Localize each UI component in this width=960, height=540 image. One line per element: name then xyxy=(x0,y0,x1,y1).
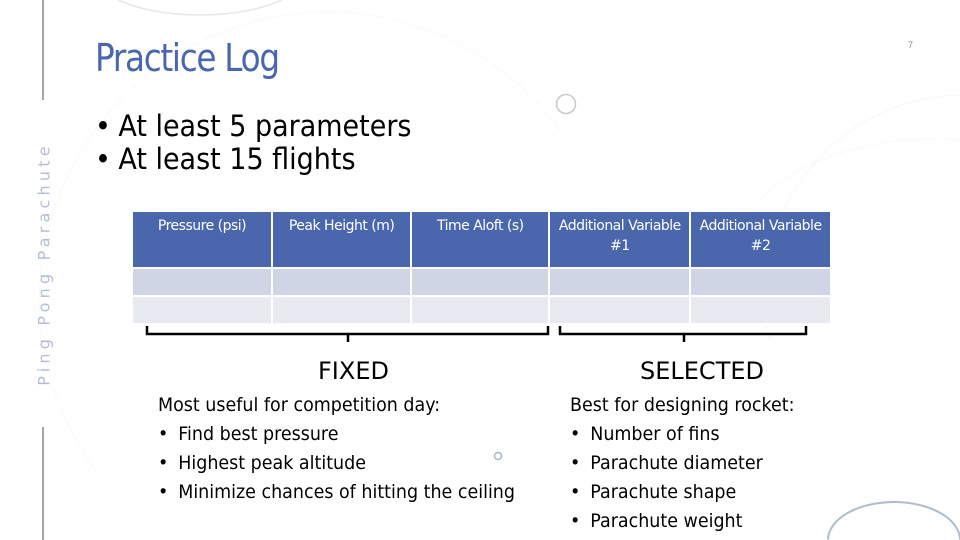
list-item: • Find best pressure xyxy=(158,420,515,449)
list-item-text: Minimize chances of hitting the ceiling xyxy=(178,481,515,503)
bullet-icon: • xyxy=(158,481,169,503)
selected-heading: Best for designing rocket: xyxy=(570,394,795,416)
selected-label: SELECTED xyxy=(640,357,764,385)
list-item-text: Find best pressure xyxy=(178,423,339,445)
brace-selected xyxy=(558,326,808,342)
list-item: • Minimize chances of hitting the ceiling xyxy=(158,478,515,507)
bullet-icon: • xyxy=(570,481,581,503)
fixed-description: Most useful for competition day: • Find b… xyxy=(158,391,515,507)
list-item-text: Highest peak altitude xyxy=(178,452,366,474)
list-item: • Parachute shape xyxy=(570,478,795,507)
fixed-heading: Most useful for competition day: xyxy=(158,394,441,416)
bullet-icon: • xyxy=(158,423,169,445)
list-item: • Number of fins xyxy=(570,420,795,449)
bullet-icon: • xyxy=(570,510,581,532)
bullet-icon: • xyxy=(570,423,581,445)
list-item-text: Parachute weight xyxy=(590,510,743,532)
fixed-label: FIXED xyxy=(318,357,389,385)
selected-description: Best for designing rocket: • Number of fi… xyxy=(570,391,795,536)
bullet-icon: • xyxy=(570,452,581,474)
list-item-text: Parachute shape xyxy=(590,481,737,503)
list-item-text: Parachute diameter xyxy=(590,452,763,474)
bullet-icon: • xyxy=(158,452,169,474)
list-item: • Highest peak altitude xyxy=(158,449,515,478)
brace-fixed xyxy=(145,326,550,342)
list-item-text: Number of fins xyxy=(590,423,720,445)
list-item: • Parachute diameter xyxy=(570,449,795,478)
list-item: • Parachute weight xyxy=(570,507,795,536)
